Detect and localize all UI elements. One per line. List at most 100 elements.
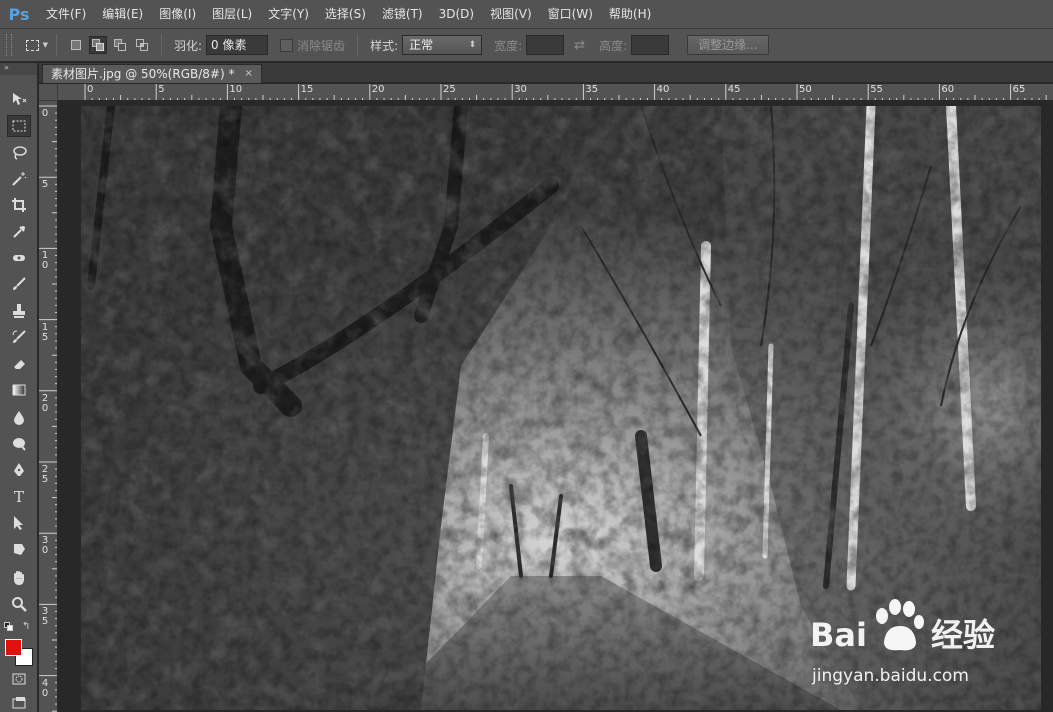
ruler-label: 40 [41,677,49,699]
menu-edit[interactable]: 编辑(E) [94,0,151,28]
dodge-tool-icon [11,435,27,451]
add-selection-button[interactable] [89,36,107,54]
feather-input[interactable]: 0 像素 [206,35,269,55]
ruler-label: 30 [41,535,49,557]
eraser-button[interactable] [7,353,31,375]
shape-tool-button[interactable] [7,538,31,560]
default-colors-icon[interactable] [4,622,13,631]
menu-view[interactable]: 视图(V) [482,0,540,28]
ruler-label: 15 [41,321,49,343]
gradient-tool-button[interactable] [7,379,31,401]
style-label: 样式: [370,38,399,53]
quick-mask-button[interactable] [7,668,31,690]
intersect-selection-button[interactable] [133,36,151,54]
ruler-label: 35 [41,606,49,628]
horizontal-ruler[interactable]: 0 5 10 15 20 25 30 35 40 45 50 55 60 65 [58,84,1053,101]
close-icon[interactable]: × [244,65,252,83]
type-tool-icon: T [11,488,27,504]
ruler-label: 15 [300,84,314,95]
marquee-preset-icon [26,39,39,51]
style-select[interactable]: 正常 ⬍ [402,35,483,55]
ruler-label: 10 [41,250,49,272]
screen-mode-button[interactable] [7,692,31,712]
eyedropper-button[interactable] [7,221,31,243]
width-label: 宽度: [494,38,523,53]
ruler-label: 5 [41,179,49,191]
ruler-label: 50 [799,84,812,95]
quick-mask-icon [11,671,27,687]
marquee-tool-icon [11,118,27,134]
path-selection-button[interactable] [7,512,31,534]
blur-tool-icon [11,409,27,425]
zoom-tool-icon [11,596,27,612]
options-divider [56,34,57,56]
options-divider [161,34,162,56]
move-tool-icon [11,91,27,107]
ruler-origin[interactable] [39,84,58,101]
baidu-jingyan-watermark: Bai 经验 jingyan.baidu.com [806,592,1016,692]
hand-tool-icon [11,570,27,586]
dodge-tool-button[interactable] [7,432,31,454]
menu-help[interactable]: 帮助(H) [601,0,659,28]
ruler-label: 0 [41,108,49,119]
baidu-logo-text: Bai 经验 [810,610,995,656]
blur-tool-button[interactable] [7,406,31,428]
history-brush-button[interactable] [7,326,31,348]
menu-select[interactable]: 选择(S) [317,0,374,28]
menu-3d[interactable]: 3D(D) [431,0,482,28]
foreground-color-swatch[interactable] [5,639,22,656]
brush-tool-button[interactable] [7,273,31,295]
updown-arrow-icon: ⬍ [468,40,477,50]
menu-type[interactable]: 文字(Y) [260,0,317,28]
pen-tool-button[interactable] [7,459,31,481]
hand-tool-button[interactable] [7,567,31,589]
move-tool-button[interactable] [7,88,31,110]
refine-edge-button[interactable]: 调整边缘... [687,35,769,55]
style-select-value: 正常 [409,38,434,52]
menu-filter[interactable]: 滤镜(T) [374,0,431,28]
brush-tool-icon [11,276,27,292]
tool-preset-picker[interactable]: ▼ [26,35,48,55]
tools-panel: » T ↰ [0,63,38,712]
menu-bar: Ps 文件(F) 编辑(E) 图像(I) 图层(L) 文字(Y) 选择(S) 滤… [0,0,1053,28]
lasso-tool-button[interactable] [7,142,31,164]
ruler-label: 65 [1012,84,1026,95]
subtract-selection-icon [113,38,127,52]
marquee-tool-button[interactable] [7,115,31,137]
healing-brush-button[interactable] [7,247,31,269]
menu-image[interactable]: 图像(I) [151,0,204,28]
clone-stamp-button[interactable] [7,300,31,322]
lasso-tool-icon [11,145,27,161]
svg-text:T: T [14,488,24,504]
swap-dimensions-icon[interactable]: ⇄ [574,38,585,53]
antialias-checkbox[interactable] [280,38,294,52]
ruler-label: 40 [656,84,670,95]
height-input[interactable] [631,35,670,55]
magic-wand-button[interactable] [7,168,31,190]
menu-window[interactable]: 窗口(W) [540,0,601,28]
menu-file[interactable]: 文件(F) [38,0,94,28]
crop-tool-button[interactable] [7,194,31,216]
eyedropper-icon [11,224,27,240]
menu-layer[interactable]: 图层(L) [204,0,260,28]
photoshop-logo: Ps [8,4,30,24]
chevron-down-icon: ▼ [42,41,48,49]
width-input[interactable] [526,35,565,55]
new-selection-button[interactable] [67,36,85,54]
document-tab[interactable]: 素材图片.jpg @ 50%(RGB/8#) * × [42,64,262,83]
vertical-ruler[interactable]: 0 5 10 15 20 25 30 35 40 [39,101,58,712]
collapse-panel-icon[interactable]: » [0,63,37,75]
options-grip[interactable] [6,34,12,56]
options-divider [357,34,359,56]
ruler-label: 45 [727,84,741,95]
baidu-logo-left: Bai [810,616,867,654]
document-tab-bar: 素材图片.jpg @ 50%(RGB/8#) * × [39,63,1053,83]
ruler-label: 55 [870,84,883,95]
swap-colors-icon[interactable]: ↰ [22,621,30,632]
zoom-tool-button[interactable] [7,593,31,615]
type-tool-button[interactable]: T [7,485,31,507]
feather-label: 羽化: [174,38,203,53]
subtract-selection-button[interactable] [111,36,129,54]
document-tab-title: 素材图片.jpg @ 50%(RGB/8#) * [51,67,235,81]
ruler-label: 60 [941,84,955,95]
